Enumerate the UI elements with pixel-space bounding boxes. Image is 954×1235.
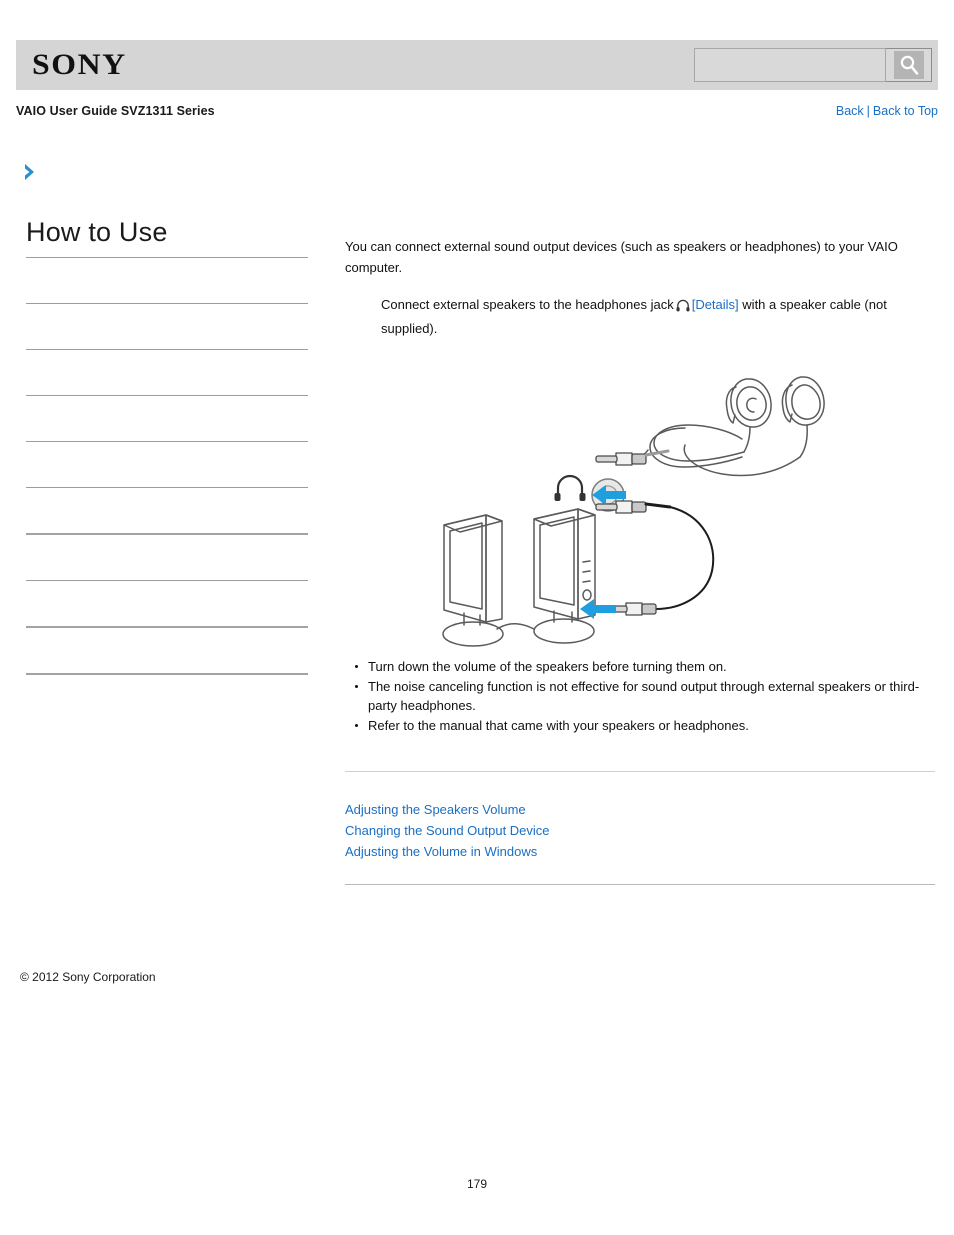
sony-logo: SONY (32, 48, 127, 81)
search-icon (893, 51, 924, 79)
site-header: SONY (16, 40, 938, 90)
back-link[interactable]: Back (836, 104, 864, 118)
related-links-list: Adjusting the Speakers Volume Changing t… (345, 772, 935, 884)
headphones-jack-symbol (554, 474, 586, 501)
related-link-adjusting-speakers-volume[interactable]: Adjusting the Speakers Volume (345, 799, 935, 820)
back-to-top-link[interactable]: Back to Top (873, 104, 938, 118)
notes-list-primary: Turn down the volume of the speakers bef… (345, 657, 935, 716)
sidebar-item-9[interactable] (26, 628, 308, 673)
page-number: 179 (466, 1177, 488, 1191)
details-link[interactable]: [Details] (692, 297, 739, 312)
sidebar-item-5[interactable] (26, 442, 308, 487)
plug-headphones (595, 449, 670, 466)
list-item: Refer to the manual that came with your … (355, 716, 935, 736)
sidebar-item-7[interactable] (26, 535, 308, 580)
header-nav: Back | Back to Top (836, 104, 938, 118)
list-item: The noise canceling function is not effe… (355, 677, 935, 716)
sidebar-item-3[interactable] (26, 350, 308, 395)
sidebar-item-8[interactable] (26, 581, 308, 626)
breadcrumb (22, 160, 40, 188)
sub-header: VAIO User Guide SVZ1311 Series Back | Back… (16, 100, 938, 122)
sidebar-divider (26, 672, 308, 675)
notes-list-secondary: Refer to the manual that came with your … (345, 716, 935, 736)
related-links-section: Adjusting the Speakers Volume Changing t… (345, 771, 935, 885)
sidebar-item-4[interactable] (26, 396, 308, 441)
search-button[interactable] (886, 48, 932, 82)
list-item: Turn down the volume of the speakers bef… (355, 657, 935, 677)
instruction-text-before: Connect external speakers to the headpho… (381, 297, 674, 312)
speakers-drawing (442, 508, 596, 647)
search-input[interactable] (694, 48, 886, 82)
related-link-adjusting-volume-in-windows[interactable]: Adjusting the Volume in Windows (345, 841, 935, 862)
speaker-cable (655, 506, 715, 610)
sidebar-item-1[interactable] (26, 258, 308, 303)
copyright-notice: © 2012 Sony Corporation (20, 970, 156, 984)
headphones-drawing (615, 376, 825, 477)
speakers-headphones-illustration (345, 357, 935, 657)
chevron-right-icon[interactable] (22, 162, 40, 187)
sidebar-title: How to Use (26, 217, 168, 247)
intro-paragraph: You can connect external sound output de… (345, 239, 898, 275)
headphones-icon (676, 297, 690, 318)
sidebar-item-6[interactable] (26, 488, 308, 533)
sidebar-item-2[interactable] (26, 304, 308, 349)
instruction-block: Connect external speakers to the headpho… (345, 294, 935, 339)
connection-arrow-icon (580, 599, 616, 619)
main-content: You can connect external sound output de… (345, 236, 935, 885)
related-link-changing-sound-output-device[interactable]: Changing the Sound Output Device (345, 820, 935, 841)
search-area (694, 48, 932, 82)
related-links-bottom-divider (345, 884, 935, 885)
page-title: VAIO User Guide SVZ1311 Series (16, 104, 215, 118)
nav-separator: | (866, 104, 870, 118)
sidebar: How to Use (26, 217, 308, 675)
